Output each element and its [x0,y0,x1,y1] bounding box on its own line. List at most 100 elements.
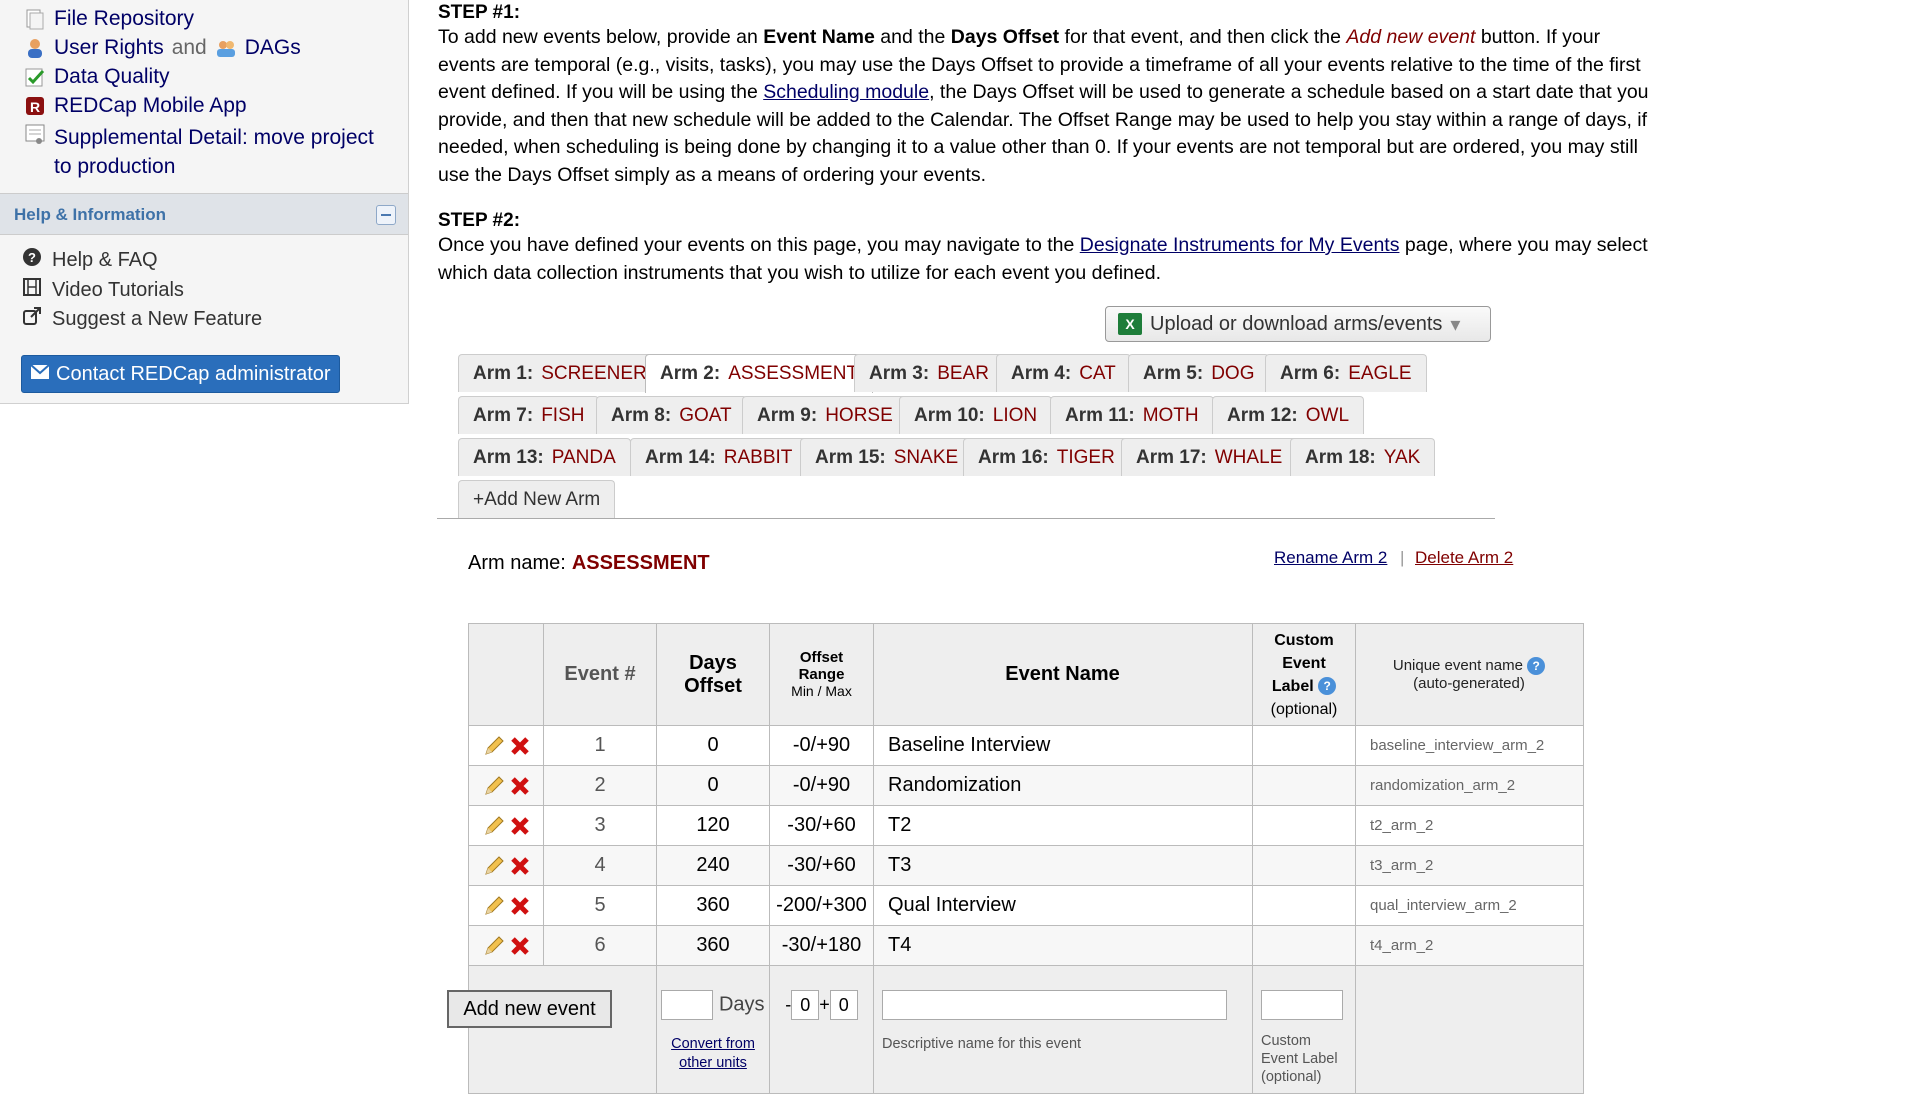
rename-arm-link[interactable]: Rename Arm 2 [1274,548,1387,568]
convert-units-link[interactable]: Convert from other units [671,1036,755,1071]
separator: | [1400,548,1405,567]
video-tutorials-link[interactable]: Video Tutorials [22,277,184,303]
days-offset-header: Days Offset [656,623,770,726]
suggest-feature-link[interactable]: Suggest a New Feature [22,306,262,332]
table-header-row: Event # Days Offset Offset Range Min / Ma… [468,623,1584,726]
range-min-input[interactable] [791,990,820,1020]
custom-event-label [1252,805,1356,846]
pencil-icon[interactable] [482,934,506,958]
chevron-down-icon: ▾ [1450,313,1461,336]
question-circle-icon: ? [22,247,42,273]
offset-range: -30/+180 [769,925,874,966]
days-offset: 0 [656,765,770,806]
offset-range: -30/+60 [769,805,874,846]
sidebar-item-user-rights[interactable]: User Rights and DAGs [24,36,301,60]
pencil-icon[interactable] [482,774,506,798]
step-2-title: STEP #2: [438,210,521,231]
event-name-input[interactable] [882,990,1227,1020]
delete-icon[interactable] [510,936,530,956]
tab-arm-4[interactable]: Arm 4: CAT [996,354,1131,392]
event-name: T3 [873,845,1253,886]
add-new-event-button[interactable]: Add new event [447,990,612,1028]
custom-event-label-input[interactable] [1261,990,1343,1020]
delete-icon[interactable] [510,776,530,796]
add-new-arm-tab[interactable]: +Add New Arm [458,480,616,518]
collapse-icon[interactable] [376,205,396,225]
delete-icon[interactable] [510,856,530,876]
group-icon [215,37,237,59]
step-1-text: To add new events below, provide an Even… [438,26,1649,186]
event-name: Qual Interview [873,885,1253,926]
unique-event-name: qual_interview_arm_2 [1355,885,1584,926]
contact-admin-button[interactable]: Contact REDCap administrator [21,355,340,393]
unique-event-name: baseline_interview_arm_2 [1355,725,1584,766]
sidebar-item-supplemental-detail[interactable]: Supplemental Detail: move project to pro… [24,123,374,181]
sidebar: File Repository User Rights and DAGs Dat… [0,0,409,404]
custom-label-header: Custom Event Label ? (optional) [1252,623,1356,726]
pencil-icon[interactable] [482,854,506,878]
upload-download-arms-button[interactable]: X Upload or download arms/events ▾ [1105,306,1491,342]
days-offset: 0 [656,725,770,766]
offset-range: -0/+90 [769,765,874,806]
tab-arm-5[interactable]: Arm 5: DOG [1128,354,1270,392]
unique-event-name: t3_arm_2 [1355,845,1584,886]
document-icon [24,123,46,145]
offset-range: -30/+60 [769,845,874,886]
tab-arm-15[interactable]: Arm 15: SNAKE [800,438,974,476]
sidebar-item-file-repository[interactable]: File Repository [24,7,194,31]
tab-arm-18[interactable]: Arm 18: YAK [1290,438,1436,476]
row-actions [468,845,544,886]
add-event-cell: Add new event [447,965,657,1094]
help-icon[interactable]: ? [1527,657,1546,676]
unique-event-name: randomization_arm_2 [1355,765,1584,806]
delete-icon[interactable] [510,736,530,756]
table-row: 1 0 -0/+90 Baseline Interview baseline_inter… [468,725,1584,766]
delete-arm-link[interactable]: Delete Arm 2 [1415,548,1513,568]
scheduling-module-link[interactable]: Scheduling module [763,81,929,103]
sidebar-item-mobile-app[interactable]: R REDCap Mobile App [24,94,247,118]
delete-icon[interactable] [510,896,530,916]
event-name: Randomization [873,765,1253,806]
pencil-icon[interactable] [482,894,506,918]
help-faq-link[interactable]: ? Help & FAQ [22,247,158,273]
tab-arm-8[interactable]: Arm 8: GOAT [596,396,747,434]
tab-arm-13[interactable]: Arm 13: PANDA [458,438,631,476]
tab-arm-12[interactable]: Arm 12: OWL [1212,396,1365,434]
row-actions [468,925,544,966]
svg-text:?: ? [28,250,36,265]
svg-text:R: R [30,99,40,115]
mobile-app-icon: R [24,95,46,117]
tab-arm-3[interactable]: Arm 3: BEAR [854,354,1004,392]
custom-event-label [1252,765,1356,806]
excel-icon: X [1118,313,1142,335]
event-name-input-cell: Descriptive name for this event [873,965,1253,1094]
help-icon[interactable]: ? [1318,677,1337,696]
tab-arm-2[interactable]: Arm 2: ASSESSMENT [645,354,874,393]
tab-arm-1[interactable]: Arm 1: SCREENER [458,354,662,392]
event-name: Baseline Interview [873,725,1253,766]
delete-icon[interactable] [510,816,530,836]
custom-event-label [1252,845,1356,886]
tab-arm-17[interactable]: Arm 17: WHALE [1121,438,1298,476]
tab-arm-14[interactable]: Arm 14: RABBIT [630,438,808,476]
custom-label-input-cell: Custom Event Label (optional) [1252,965,1356,1094]
tab-arm-11[interactable]: Arm 11: MOTH [1050,396,1214,434]
tab-arm-6[interactable]: Arm 6: EAGLE [1265,354,1427,392]
step-1-section: STEP #1: To add new events below, provid… [438,2,1650,189]
checklist-icon [24,66,46,88]
table-row: 6 360 -30/+180 T4 t4_arm_2 [468,925,1584,966]
custom-event-label [1252,725,1356,766]
tab-arm-16[interactable]: Arm 16: TIGER [963,438,1130,476]
days-offset-input[interactable] [661,990,714,1020]
pencil-icon[interactable] [482,734,506,758]
tab-arm-10[interactable]: Arm 10: LION [899,396,1053,434]
unique-event-name: t4_arm_2 [1355,925,1584,966]
range-max-input[interactable] [829,990,858,1020]
designate-instruments-link[interactable]: Designate Instruments for My Events [1080,234,1400,256]
tab-arm-7[interactable]: Arm 7: FISH [458,396,600,434]
event-number: 2 [543,765,657,806]
tab-arm-9[interactable]: Arm 9: HORSE [742,396,908,434]
sidebar-item-data-quality[interactable]: Data Quality [24,65,170,89]
pencil-icon[interactable] [482,814,506,838]
offset-range-header: Offset Range Min / Max [769,623,874,726]
